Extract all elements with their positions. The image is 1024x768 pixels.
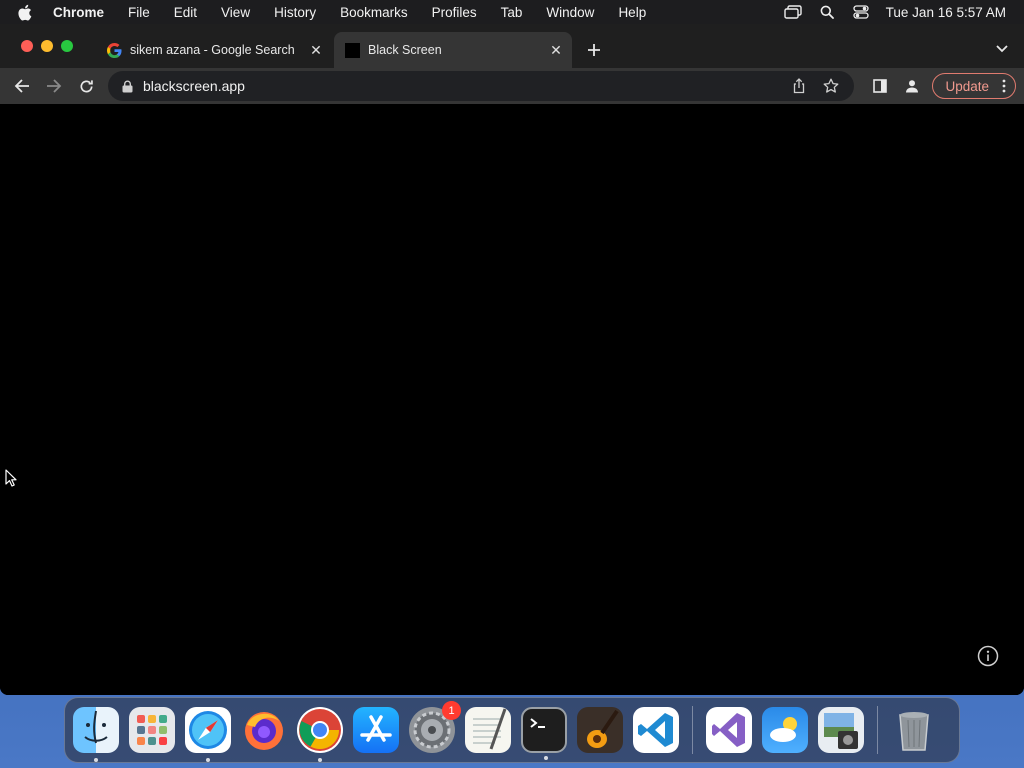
address-bar[interactable]: blackscreen.app — [108, 71, 854, 101]
dock-firefox-icon[interactable] — [241, 707, 287, 753]
dock-separator — [877, 706, 878, 754]
tab-close-icon[interactable]: ✕ — [306, 40, 326, 60]
tab-title: Black Screen — [368, 43, 442, 57]
share-icon[interactable] — [790, 77, 808, 95]
google-icon — [106, 42, 122, 58]
forward-button[interactable] — [42, 74, 66, 98]
dock: 1 — [64, 697, 960, 763]
profile-avatar-icon[interactable] — [900, 74, 924, 98]
side-panel-icon[interactable] — [868, 74, 892, 98]
dock-safari-icon[interactable] — [185, 707, 231, 762]
window-minimize-button[interactable] — [41, 40, 53, 52]
dock-app-store-icon[interactable] — [353, 707, 399, 753]
tab-title: sikem azana - Google Search — [130, 43, 295, 57]
dock-visual-studio-icon[interactable] — [706, 707, 752, 753]
dock-separator — [692, 706, 693, 754]
dock-chrome-icon[interactable] — [297, 707, 343, 762]
dock-launchpad-icon[interactable] — [129, 707, 175, 753]
info-icon[interactable] — [976, 644, 1000, 668]
menu-clock[interactable]: Tue Jan 16 5:57 AM — [886, 5, 1006, 20]
running-indicator — [94, 758, 98, 762]
menu-profiles[interactable]: Profiles — [432, 5, 477, 20]
more-vert-icon[interactable] — [999, 79, 1009, 93]
dock-vscode-icon[interactable] — [633, 707, 679, 753]
bookmark-star-icon[interactable] — [822, 77, 840, 95]
back-button[interactable] — [10, 74, 34, 98]
window-close-button[interactable] — [21, 40, 33, 52]
running-indicator — [318, 758, 322, 762]
tab-strip: sikem azana - Google Search ✕ Black Scre… — [0, 24, 1024, 68]
dock-garageband-icon[interactable] — [577, 707, 623, 753]
mouse-pointer-icon — [5, 469, 17, 487]
window-zoom-button[interactable] — [61, 40, 73, 52]
menu-help[interactable]: Help — [618, 5, 646, 20]
menu-file[interactable]: File — [128, 5, 150, 20]
new-tab-button[interactable] — [584, 40, 604, 60]
running-indicator — [544, 756, 548, 760]
running-indicator — [206, 758, 210, 762]
browser-toolbar: blackscreen.app Update — [0, 68, 1024, 104]
apple-menu-icon[interactable] — [17, 3, 35, 21]
menu-history[interactable]: History — [274, 5, 316, 20]
menu-bookmarks[interactable]: Bookmarks — [340, 5, 408, 20]
update-button[interactable]: Update — [932, 73, 1016, 99]
tab-google-search[interactable]: sikem azana - Google Search ✕ — [96, 32, 332, 68]
tab-search-chevron-icon[interactable] — [994, 42, 1010, 56]
menu-edit[interactable]: Edit — [174, 5, 197, 20]
reload-button[interactable] — [74, 74, 98, 98]
notification-badge: 1 — [442, 701, 461, 720]
dock-finder-icon[interactable] — [73, 707, 119, 762]
menu-app-name[interactable]: Chrome — [53, 5, 104, 20]
url-text[interactable]: blackscreen.app — [143, 78, 790, 94]
dock-textedit-icon[interactable] — [465, 707, 511, 753]
tab-black-screen[interactable]: Black Screen ✕ — [334, 32, 572, 68]
menu-tab[interactable]: Tab — [501, 5, 523, 20]
spotlight-search-icon[interactable] — [818, 4, 836, 20]
menu-view[interactable]: View — [221, 5, 250, 20]
menu-window[interactable]: Window — [546, 5, 594, 20]
browser-window: sikem azana - Google Search ✕ Black Scre… — [0, 24, 1024, 695]
dock-preview-icon[interactable] — [818, 707, 864, 753]
lock-icon[interactable] — [120, 79, 134, 93]
menu-bar: Chrome File Edit View History Bookmarks … — [0, 0, 1024, 24]
page-content-black-screen[interactable] — [0, 104, 1024, 695]
control-center-icon[interactable] — [852, 4, 870, 20]
dock-system-settings-icon[interactable]: 1 — [409, 701, 461, 753]
tab-close-icon[interactable]: ✕ — [546, 40, 566, 60]
dock-terminal-icon[interactable] — [521, 707, 567, 760]
screen-mirroring-icon[interactable] — [783, 4, 802, 20]
dock-weather-icon[interactable] — [762, 707, 808, 753]
update-label: Update — [945, 78, 989, 94]
dock-trash-icon[interactable] — [891, 707, 937, 753]
black-square-icon — [344, 42, 360, 58]
